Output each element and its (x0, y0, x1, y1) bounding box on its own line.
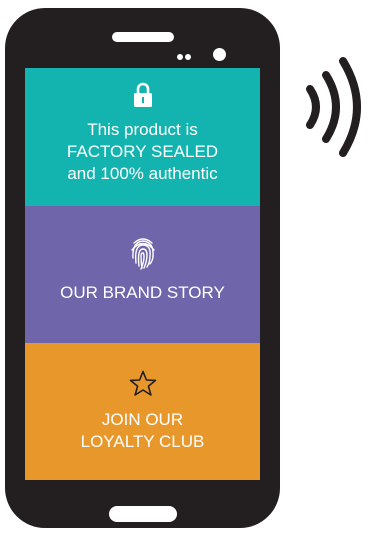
home-button[interactable] (109, 506, 177, 522)
lock-icon (133, 82, 153, 113)
loyalty-club-panel[interactable]: JOIN OUR LOYALTY CLUB (25, 343, 260, 480)
sensor-dot (185, 54, 191, 60)
phone-screen: This product is FACTORY SEALED and 100% … (25, 68, 260, 480)
star-icon (129, 370, 157, 402)
brand-story-panel[interactable]: OUR BRAND STORY (25, 206, 260, 343)
fingerprint-icon (130, 234, 156, 275)
factory-sealed-panel[interactable]: This product is FACTORY SEALED and 100% … (25, 68, 260, 206)
nfc-waves-icon (300, 55, 365, 165)
brand-story-label: OUR BRAND STORY (60, 283, 225, 302)
earpiece-speaker (112, 32, 174, 42)
factory-sealed-text: This product is FACTORY SEALED and 100% … (66, 120, 219, 183)
front-camera (213, 48, 226, 61)
sensor-dot (177, 54, 183, 60)
smartphone: This product is FACTORY SEALED and 100% … (5, 8, 280, 528)
loyalty-club-text: JOIN OUR LOYALTY CLUB (80, 410, 205, 451)
